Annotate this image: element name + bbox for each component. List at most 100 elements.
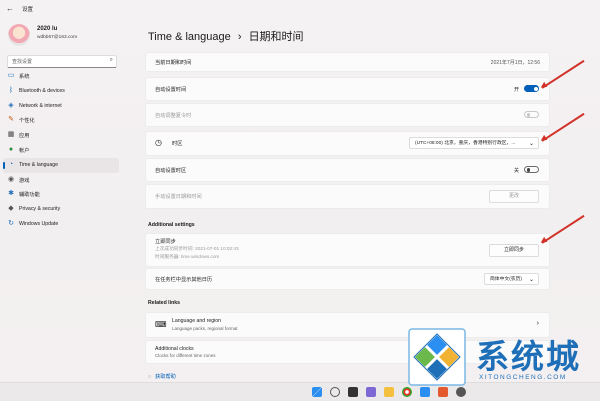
breadcrumb-parent[interactable]: Time & language bbox=[148, 31, 231, 43]
search-input[interactable]: 查找设置 ⌕ bbox=[7, 55, 117, 68]
accessibility-icon: ✱ bbox=[8, 190, 14, 198]
calendar-value: 简体中文(农历) bbox=[490, 277, 522, 282]
widgets-icon[interactable] bbox=[366, 387, 376, 397]
taskbar-calendar-row: 在任务栏中显示其他日历 简体中文(农历) ⌄ bbox=[145, 268, 550, 290]
current-datetime-label: 当前日期和时间 bbox=[155, 60, 192, 66]
update-icon: ↻ bbox=[8, 219, 14, 227]
sidebar-item[interactable]: ▭ 系统 bbox=[3, 69, 119, 84]
search-placeholder: 查找设置 bbox=[12, 59, 33, 65]
additional-clocks-sub: Clocks for different time zones bbox=[155, 353, 216, 358]
chevron-down-icon: ⌄ bbox=[528, 277, 534, 283]
sidebar-item[interactable]: ᛒ Bluetooth & devices bbox=[3, 84, 119, 99]
task-view-icon[interactable] bbox=[348, 387, 358, 397]
back-arrow-icon[interactable]: ← bbox=[6, 4, 14, 13]
timezone-label: 时区 bbox=[172, 141, 183, 147]
gamepad-icon: ◉ bbox=[7, 175, 15, 183]
timezone-row: ◷ 时区 (UTC+08:00) 北京，重庆，香港特别行政区，... ⌄ bbox=[145, 131, 550, 156]
sync-label: 立即同步 bbox=[155, 239, 176, 245]
language-icon: ⌨ bbox=[155, 320, 167, 329]
sidebar-item-label: Windows Update bbox=[19, 220, 59, 227]
sidebar-item[interactable]: ◉ 游戏 bbox=[3, 173, 119, 188]
change-button[interactable]: 更改 bbox=[489, 190, 539, 203]
help-icon: ◌ bbox=[148, 374, 152, 380]
related-links-heading: Related links bbox=[148, 300, 181, 306]
person-icon: ● bbox=[8, 145, 14, 153]
current-datetime-row: 当前日期和时间 2021年7月1日，12:56 bbox=[145, 52, 550, 72]
sidebar-item[interactable]: ✱ 辅助功能 bbox=[3, 187, 119, 202]
current-datetime-value: 2021年7月1日，12:56 bbox=[490, 60, 540, 66]
sidebar-item-label: Bluetooth & devices bbox=[19, 87, 65, 94]
user-email: wdbb67@163.com bbox=[37, 35, 78, 40]
sidebar-item[interactable]: ▦ 应用 bbox=[3, 128, 119, 143]
auto-dst-row: 自动调整夏令时 bbox=[145, 103, 550, 127]
sync-now-row: 立即同步 上次成功同步时间: 2021-07-01 10:02:43 时间服务器… bbox=[145, 233, 550, 267]
sidebar-item-label: 游戏 bbox=[19, 177, 30, 184]
file-explorer-icon[interactable] bbox=[384, 387, 394, 397]
time-server-text: 时间服务器: time.windows.com bbox=[155, 253, 220, 259]
page-title: Time & language › 日期和时间 bbox=[148, 28, 304, 44]
sidebar-item[interactable]: ✎ 个性化 bbox=[3, 113, 119, 128]
language-region-title: Language and region bbox=[172, 318, 222, 324]
sidebar-item[interactable]: ↻ Windows Update bbox=[3, 217, 119, 232]
sidebar-item-label: Network & internet bbox=[19, 102, 62, 109]
auto-timezone-toggle[interactable] bbox=[524, 166, 539, 173]
start-icon[interactable] bbox=[312, 387, 322, 397]
auto-dst-label: 自动调整夏令时 bbox=[155, 113, 192, 119]
auto-timezone-state: 关 bbox=[513, 168, 519, 174]
auto-timezone-row: 自动设置时区 关 bbox=[145, 158, 550, 182]
sidebar-item[interactable]: ◔ Time & language bbox=[3, 157, 119, 173]
chevron-down-icon: ⌄ bbox=[528, 141, 534, 147]
user-name: 2020 lu bbox=[37, 26, 58, 32]
title-bar: ← 设置 bbox=[0, 0, 600, 18]
wifi-icon: ◈ bbox=[8, 101, 14, 109]
settings-window: ← 设置 2020 lu wdbb67@163.com 查找设置 ⌕ ▭ 系统 ᛒ B… bbox=[0, 0, 600, 382]
additional-clocks-title: Additional clocks bbox=[155, 346, 194, 352]
breadcrumb-current: 日期和时间 bbox=[248, 31, 304, 43]
sidebar-item[interactable]: ◈ Network & internet bbox=[3, 99, 119, 114]
apps-icon: ▦ bbox=[7, 131, 15, 139]
timezone-value: (UTC+08:00) 北京，重庆，香港特别行政区，... bbox=[415, 141, 516, 146]
sidebar-item-label: 系统 bbox=[19, 74, 30, 80]
taskbar-calendar-label: 在任务栏中显示其他日历 bbox=[155, 277, 213, 283]
sidebar-item-label: Time & language bbox=[19, 161, 59, 168]
sidebar-item[interactable]: ● 帐户 bbox=[3, 143, 119, 158]
auto-time-state: 开 bbox=[513, 87, 519, 93]
timezone-select[interactable]: (UTC+08:00) 北京，重庆，香港特别行政区，... ⌄ bbox=[409, 137, 539, 149]
watermark-text: 系统城 bbox=[476, 337, 581, 376]
manual-datetime-row: 手动设置日期和时间 更改 bbox=[145, 184, 550, 209]
app-title: 设置 bbox=[22, 7, 34, 13]
calendar-select[interactable]: 简体中文(农历) ⌄ bbox=[484, 273, 539, 285]
auto-dst-toggle[interactable] bbox=[524, 111, 539, 118]
auto-time-label: 自动设置时间 bbox=[155, 87, 187, 93]
sidebar-item-label: 个性化 bbox=[19, 118, 35, 125]
auto-time-row: 自动设置时间 开 bbox=[145, 77, 550, 101]
sidebar-item[interactable]: ◆ Privacy & security bbox=[3, 202, 119, 217]
user-profile[interactable]: 2020 lu wdbb67@163.com bbox=[8, 22, 118, 50]
last-sync-text: 上次成功同步时间: 2021-07-01 10:02:43 bbox=[155, 246, 239, 251]
auto-timezone-label: 自动设置时区 bbox=[155, 168, 187, 174]
manual-datetime-label: 手动设置日期和时间 bbox=[155, 194, 202, 200]
sidebar-item-label: Privacy & security bbox=[19, 206, 61, 213]
annotation-arrow-sync bbox=[541, 214, 585, 244]
monitor-icon: ▭ bbox=[7, 72, 15, 79]
sidebar-item-label: 帐户 bbox=[19, 147, 30, 154]
breadcrumb-separator: › bbox=[237, 31, 242, 43]
watermark-logo-icon bbox=[408, 328, 466, 386]
clock-icon: ◷ bbox=[155, 138, 162, 147]
sync-now-button[interactable]: 立即同步 bbox=[489, 244, 539, 257]
globe-clock-icon: ◔ bbox=[8, 160, 14, 168]
shield-icon: ◆ bbox=[8, 205, 14, 213]
active-indicator bbox=[3, 161, 5, 169]
watermark: 系统城 XITONGCHENG.COM bbox=[408, 326, 598, 396]
language-region-sub: Language packs, regional format bbox=[172, 326, 238, 331]
bluetooth-icon: ᛒ bbox=[8, 86, 14, 94]
auto-time-toggle[interactable] bbox=[524, 85, 539, 92]
additional-settings-heading: Additional settings bbox=[148, 222, 195, 228]
watermark-subtext: XITONGCHENG.COM bbox=[479, 374, 567, 381]
avatar bbox=[8, 24, 30, 46]
get-help-link[interactable]: ◌ 获取帮助 bbox=[148, 373, 176, 380]
help-label: 获取帮助 bbox=[155, 374, 176, 380]
search-icon: ⌕ bbox=[109, 57, 113, 63]
search-icon[interactable] bbox=[330, 387, 340, 397]
sidebar-item-label: 辅助功能 bbox=[19, 192, 40, 199]
